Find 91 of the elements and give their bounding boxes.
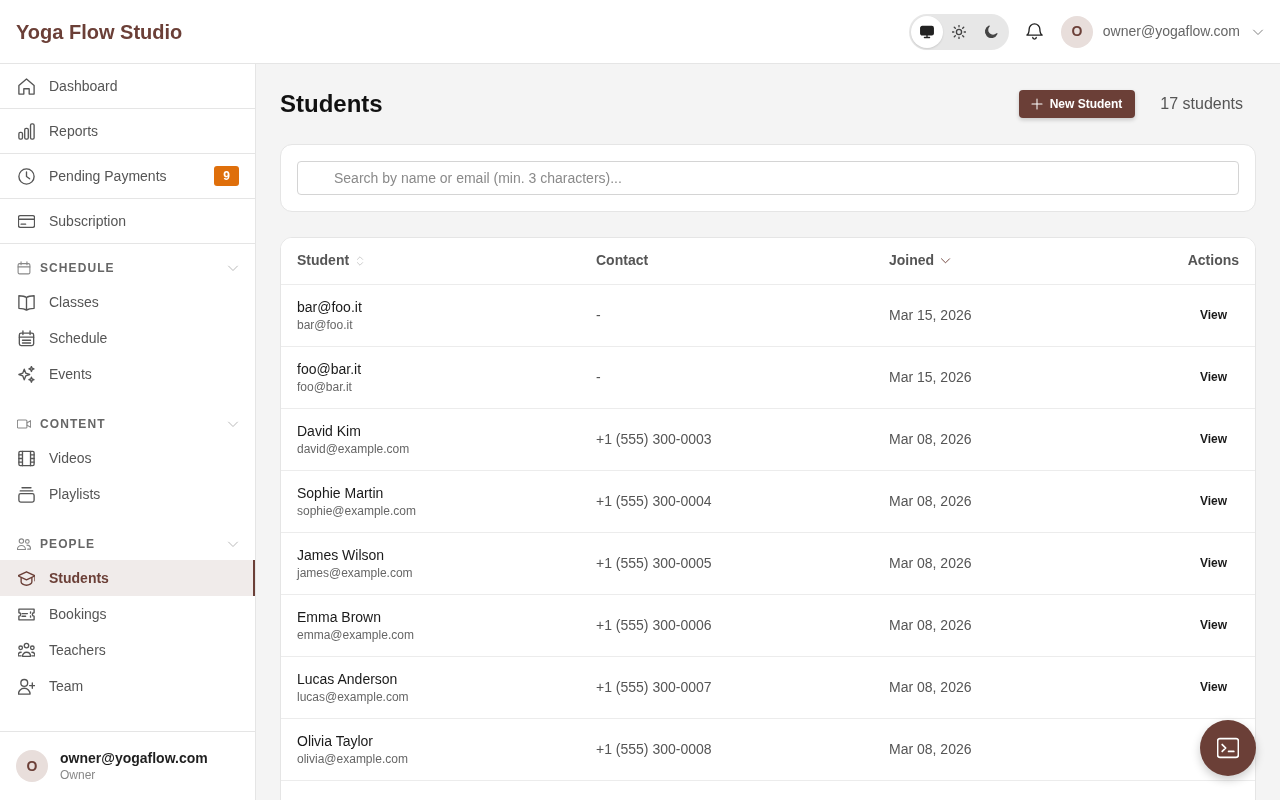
user-menu-button[interactable]: owner@yogaflow.com — [1092, 21, 1264, 42]
add-user-icon — [18, 677, 35, 695]
student-name: Sophie Martin — [297, 483, 385, 502]
video-camera-icon — [17, 417, 31, 431]
joined-date-cell: Mar 08, 2026 — [873, 718, 1073, 780]
graduation-cap-icon — [18, 569, 35, 587]
contact-cell: +1 (555) 300-0008 — [580, 718, 873, 780]
page-title: Students — [280, 89, 383, 119]
film-icon — [18, 449, 35, 467]
bar-chart-icon — [18, 122, 35, 140]
clock-icon — [18, 167, 35, 185]
account-email: owner@yogaflow.com — [60, 749, 208, 767]
ticket-icon — [18, 605, 35, 623]
student-email: james@example.com — [297, 564, 414, 581]
student-name: Emma Brown — [297, 607, 383, 626]
student-email: sophie@example.com — [297, 502, 417, 519]
student-email: lucas@example.com — [297, 688, 410, 705]
sidebar-item[interactable]: Team — [0, 668, 255, 704]
view-button[interactable]: View — [1187, 364, 1240, 390]
notifications-icon — [1026, 23, 1044, 40]
new-student-button[interactable]: New Student — [1018, 90, 1136, 118]
view-button[interactable]: View — [1187, 488, 1240, 514]
app-title: Yoga Flow Studio — [16, 19, 183, 44]
account-avatar: O — [16, 750, 48, 782]
contact-cell: +1 (555) 300-0006 — [580, 594, 873, 656]
people-icon — [17, 537, 31, 551]
plus-icon — [1030, 98, 1043, 110]
sun-icon — [951, 24, 966, 39]
sidebar-item[interactable]: Teachers — [0, 632, 255, 668]
credit-card-icon — [18, 212, 35, 230]
joined-date-cell: Mar 08, 2026 — [873, 532, 1073, 594]
sparkles-icon — [18, 365, 35, 383]
contact-cell: +1 (555) 300-0007 — [580, 656, 873, 718]
student-count: 17 students — [1160, 94, 1244, 114]
section-toggle[interactable]: CONTENT — [0, 412, 255, 436]
monitor-icon — [919, 24, 934, 39]
joined-date-cell: Mar 08, 2026 — [873, 470, 1073, 532]
section-toggle[interactable]: PEOPLE — [0, 532, 255, 556]
sidebar-item[interactable]: Pending Payments 9 — [0, 154, 255, 199]
student-email: david@example.com — [297, 440, 411, 457]
contact-cell: - — [580, 346, 873, 408]
calendar-icon — [17, 261, 31, 275]
account-role: Owner — [60, 767, 97, 783]
stack-icon — [18, 485, 35, 503]
count-badge: 9 — [214, 166, 239, 186]
joined-date-cell: Mar 15, 2026 — [873, 346, 1073, 408]
contact-cell: +1 (555) 300-0004 — [580, 470, 873, 532]
student-email: foo@bar.it — [297, 378, 353, 395]
contact-cell: +1 (555) 300-0003 — [580, 408, 873, 470]
user-avatar: O — [1060, 15, 1093, 48]
calendar-icon — [18, 329, 35, 347]
student-name: Olivia Taylor — [297, 731, 374, 750]
view-button[interactable]: View — [1187, 550, 1240, 576]
student-email: emma@example.com — [297, 626, 415, 643]
joined-date-cell: Mar 15, 2026 — [873, 284, 1073, 346]
home-icon — [18, 77, 35, 95]
student-name: David Kim — [297, 421, 362, 440]
section-toggle[interactable]: SCHEDULE — [0, 256, 255, 280]
sidebar-item[interactable]: Classes — [0, 284, 255, 320]
joined-date-cell: Mar 08, 2026 — [873, 656, 1073, 718]
student-name: foo@bar.it — [297, 359, 363, 378]
view-button[interactable]: View — [1187, 302, 1240, 328]
student-email: olivia@example.com — [297, 750, 409, 767]
terminal-icon — [1217, 737, 1239, 759]
view-button[interactable]: View — [1187, 612, 1240, 638]
sidebar-item[interactable]: Schedule — [0, 320, 255, 356]
sidebar-item[interactable]: Dashboard — [0, 64, 255, 109]
view-button[interactable]: View — [1187, 426, 1240, 452]
sidebar-item[interactable]: Subscription — [0, 199, 255, 244]
moon-icon — [983, 24, 998, 39]
book-icon — [18, 293, 35, 311]
search-field[interactable]: Search by name or email (min. 3 characters)... — [297, 161, 1240, 195]
student-name: Lucas Anderson — [297, 669, 399, 688]
column-header: Actions — [1073, 238, 1256, 284]
sidebar-item[interactable]: Videos — [0, 440, 255, 476]
sidebar-item[interactable]: Students — [0, 560, 255, 596]
student-name: bar@foo.it — [297, 297, 363, 316]
sidebar-item[interactable]: Playlists — [0, 476, 255, 512]
contact-cell: - — [580, 284, 873, 346]
sidebar-item[interactable]: Bookings — [0, 596, 255, 632]
theme-button[interactable] — [910, 15, 943, 48]
column-header[interactable]: Student — [281, 238, 580, 284]
joined-date-cell: Mar 08, 2026 — [873, 408, 1073, 470]
student-name: James Wilson — [297, 545, 386, 564]
view-button[interactable]: View — [1187, 674, 1240, 700]
joined-date-cell: Mar 08, 2026 — [873, 594, 1073, 656]
contact-cell: +1 (555) 300-0005 — [580, 532, 873, 594]
student-email: bar@foo.it — [297, 316, 354, 333]
sidebar-item[interactable]: Events — [0, 356, 255, 392]
sidebar-item[interactable]: Reports — [0, 109, 255, 154]
group-icon — [18, 641, 35, 659]
